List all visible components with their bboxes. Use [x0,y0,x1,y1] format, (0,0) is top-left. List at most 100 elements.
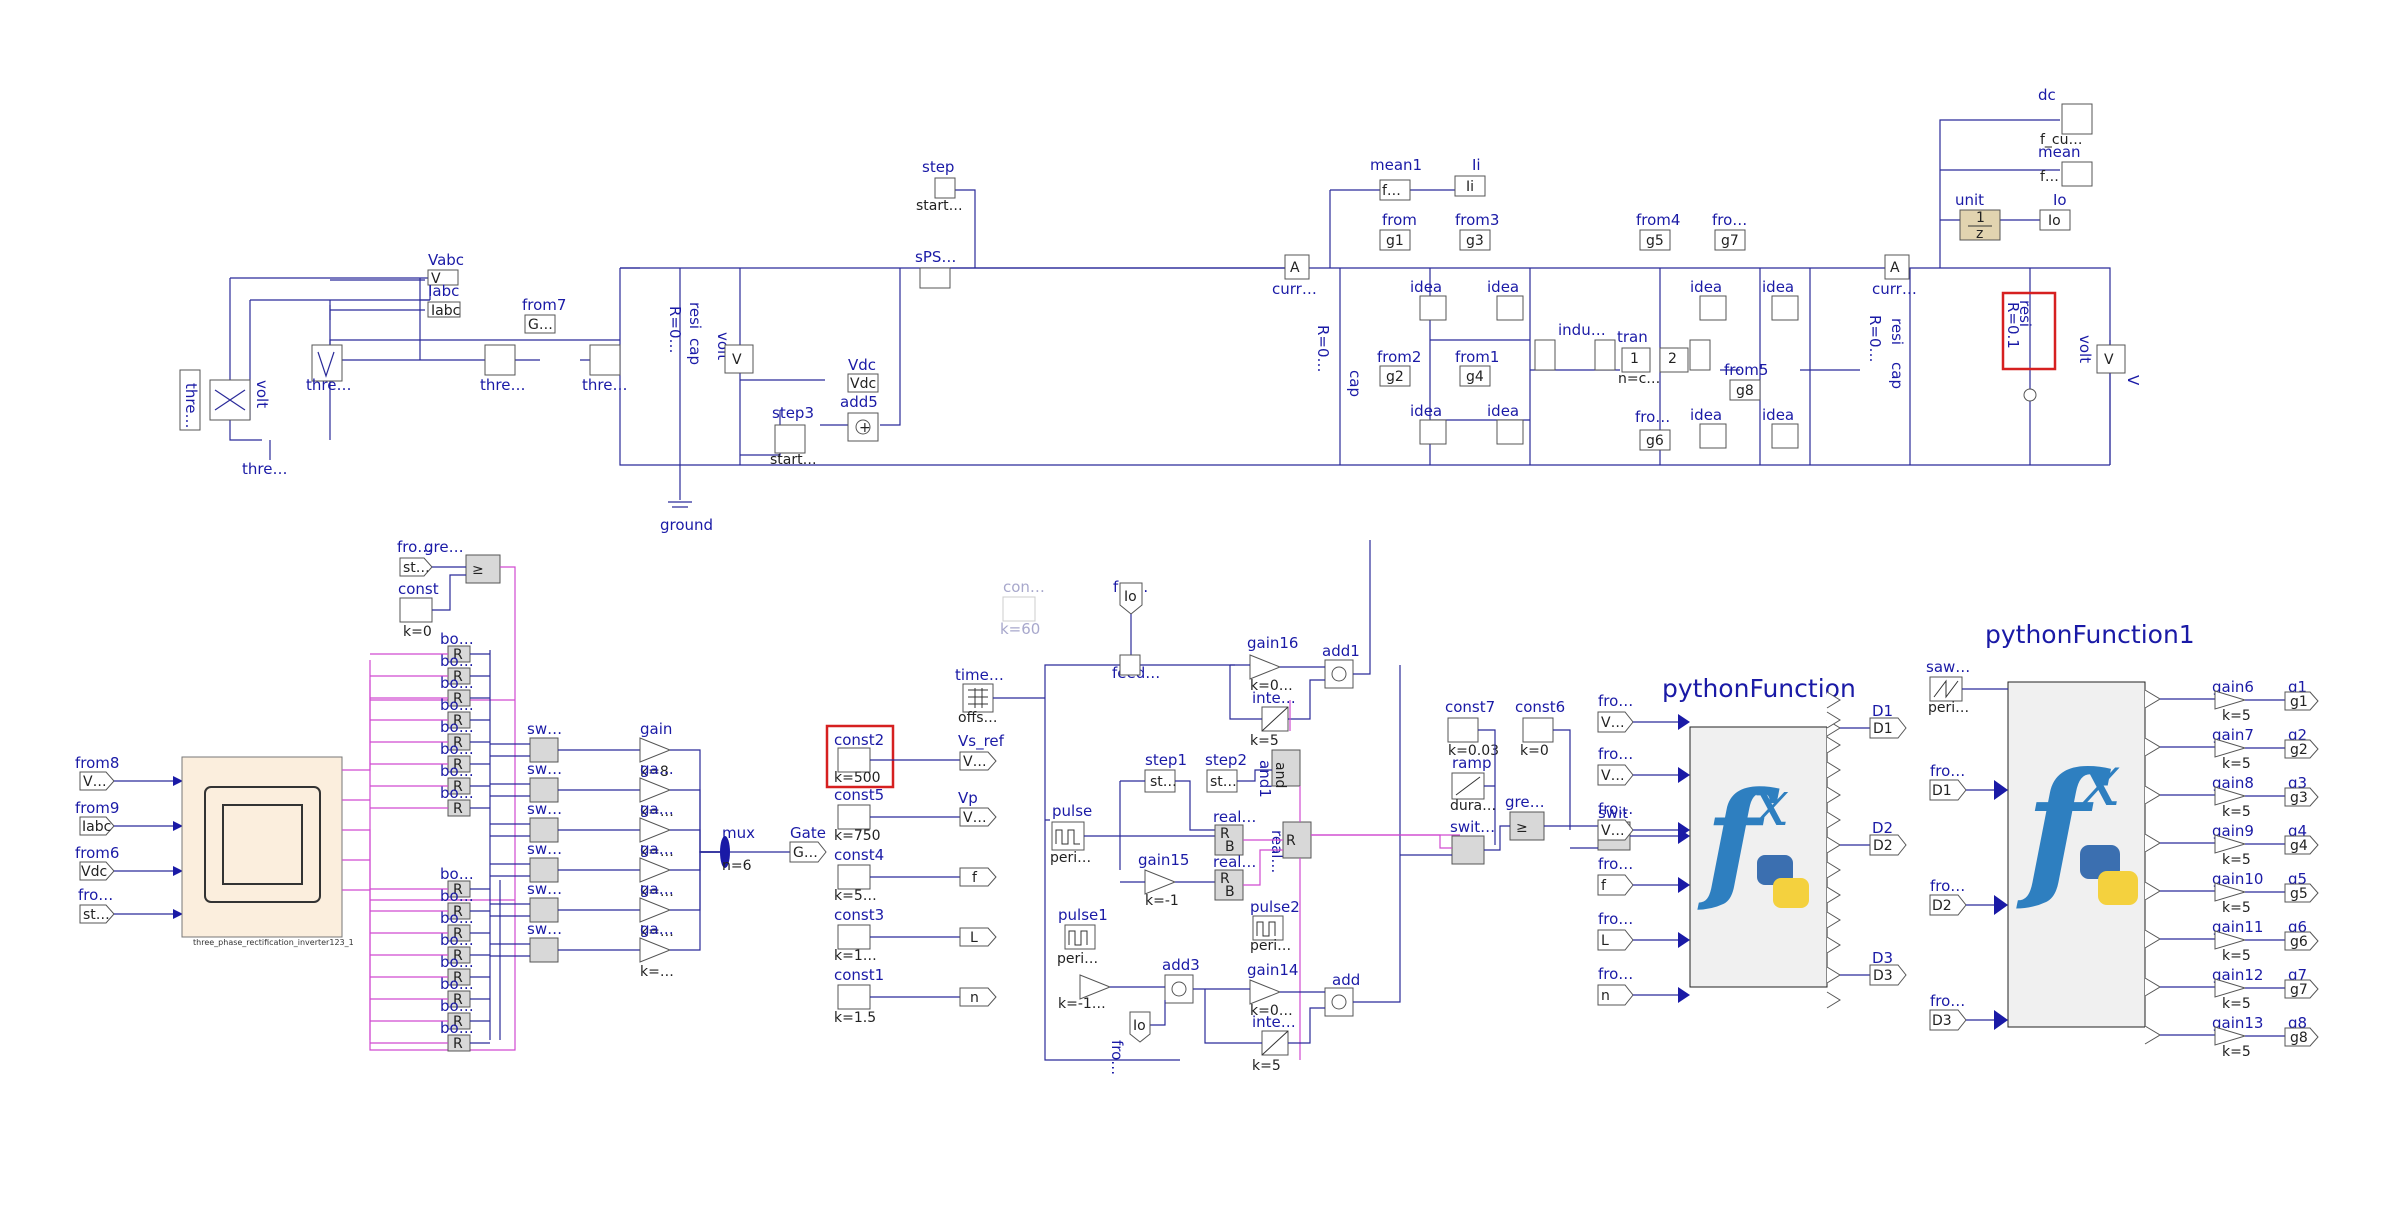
gain-k: k=… [640,964,674,980]
pulse-label: pulse [1052,802,1092,820]
real3-r: R [1286,833,1296,849]
vp-label: Vp [958,789,978,807]
const2-value: k=500 [834,770,881,786]
pf-output-arrow [1826,761,1841,779]
switch-block [529,737,559,763]
step3-label: step3 [772,404,814,422]
cap-b-label: cap [1346,370,1364,397]
switch-stack: sw… sw… sw… sw… sw… sw… [489,650,640,1040]
ground-label: ground [660,516,713,534]
switch-wire [490,903,640,917]
gain-k-value: k=5 [2222,708,2251,724]
pf1-output-arrow [2144,689,2161,709]
g2-value: g2 [1386,369,1404,385]
vabc-label: Vabc [428,251,464,269]
gain3-value: k=-1… [1058,996,1106,1012]
sw-label: sw… [527,720,562,738]
fro-io-value: Io [1124,589,1137,605]
pulse1-label: pulse1 [1058,906,1108,924]
gain-wire [670,851,720,951]
add3-label: add3 [1162,956,1200,974]
bo-label: bo… [440,740,474,758]
volt-left-label: volt [253,380,271,408]
bo-label: bo… [440,652,474,670]
from8-value: V… [83,774,107,790]
pf-output-arrow [1826,936,1841,954]
unit-num: 1 [1976,210,1985,226]
gre-sym: ≥ [472,562,484,578]
g7-value: g7 [1721,233,1739,249]
r0c-label: R=0… [1866,315,1884,363]
add-label: add [1332,971,1360,989]
goto-port: g2 [2290,742,2308,758]
step1-value: st… [1150,774,1177,790]
const5-label: const5 [834,786,884,804]
gain-label: ga… [640,760,674,778]
const4-label: const4 [834,846,884,864]
three-switch-label: thre… [582,376,627,394]
tran-sym-2: 2 [1668,351,1677,367]
real2-b: B [1225,884,1235,900]
from8-label: from8 [75,754,119,772]
pf-input-label: fro… [1598,855,1633,873]
gain-k-value: k=5 [2222,804,2251,820]
svg-text:x: x [2080,738,2121,822]
bo-label: bo… [440,865,474,883]
python-function-outputs: D1D1 D2D2 D3D3 [1826,691,1907,1009]
real2-label: real… [1213,853,1256,871]
from5-label: from5 [1724,361,1768,379]
v-out-label: V [2124,375,2142,386]
relay-r: R [453,801,463,817]
dc-label: dc [2038,86,2056,104]
diagram-canvas: thre… volt thre… thre… Vabc V Iabc Iabc … [0,0,2386,1210]
sps-label: sPS… [915,248,956,266]
gain-block [639,817,672,843]
g4-value: g4 [1466,369,1484,385]
pf-output-arrow [1826,836,1841,854]
iabc-port: Iabc [431,303,460,319]
pf-input-value: n [1601,988,1610,1004]
gain-wire [670,851,720,911]
inte2-label: inte… [1252,1013,1296,1031]
inverter-caption: three_phase_rectification_inverter123_1 [193,938,354,947]
gain-block [639,897,672,923]
step-label: step [922,158,954,176]
python-function-title: pythonFunction [1662,674,1856,703]
and1-label: and1 [1256,760,1274,798]
switch-wire [490,863,640,877]
step2-value: st… [1210,774,1237,790]
pf1-input-value: D2 [1932,898,1952,914]
idea7-label: idea [1690,406,1722,424]
time-value: offs… [958,710,998,726]
pf-input-arrow [1678,932,1690,948]
pf-input-arrow [1678,987,1690,1003]
fro-left-value: st… [83,907,110,923]
step1-label: step1 [1145,751,1187,769]
const3-value: k=1… [834,948,877,964]
bo-label: bo… [440,975,474,993]
inte1-value: k=5 [1250,733,1279,749]
gain-block [639,737,672,763]
resi-c-label: resi [1888,318,1906,345]
const2-label: const2 [834,731,884,749]
bo-label: bo… [440,953,474,971]
pf1-input-value: D1 [1932,783,1952,799]
fro-g6-label: fro… [1635,408,1670,426]
gain-label: gain [640,720,672,738]
goto-port: g4 [2290,838,2308,854]
gate-value: G… [793,845,818,861]
right-section: const7 k=0.03 const6 k=0 ramp dura… gre…… [1311,620,2319,1060]
curr2-sym: A [1890,260,1900,276]
three-measure-label: thre… [306,376,351,394]
volt-mid-sym: V [732,352,742,368]
pf-input-arrow [1678,767,1690,783]
vs-ref-value: V… [963,754,987,770]
pf-output-label: D1 [1872,702,1893,720]
con-gray-label: con… [1003,578,1045,596]
vs-ref-label: Vs_ref [958,732,1005,751]
gain-block [639,857,672,883]
from6-label: from6 [75,844,119,862]
pf-input-label: fro… [1598,745,1633,763]
pf1-output-arrow [2144,785,2161,805]
pf-output-port: D3 [1873,968,1893,984]
